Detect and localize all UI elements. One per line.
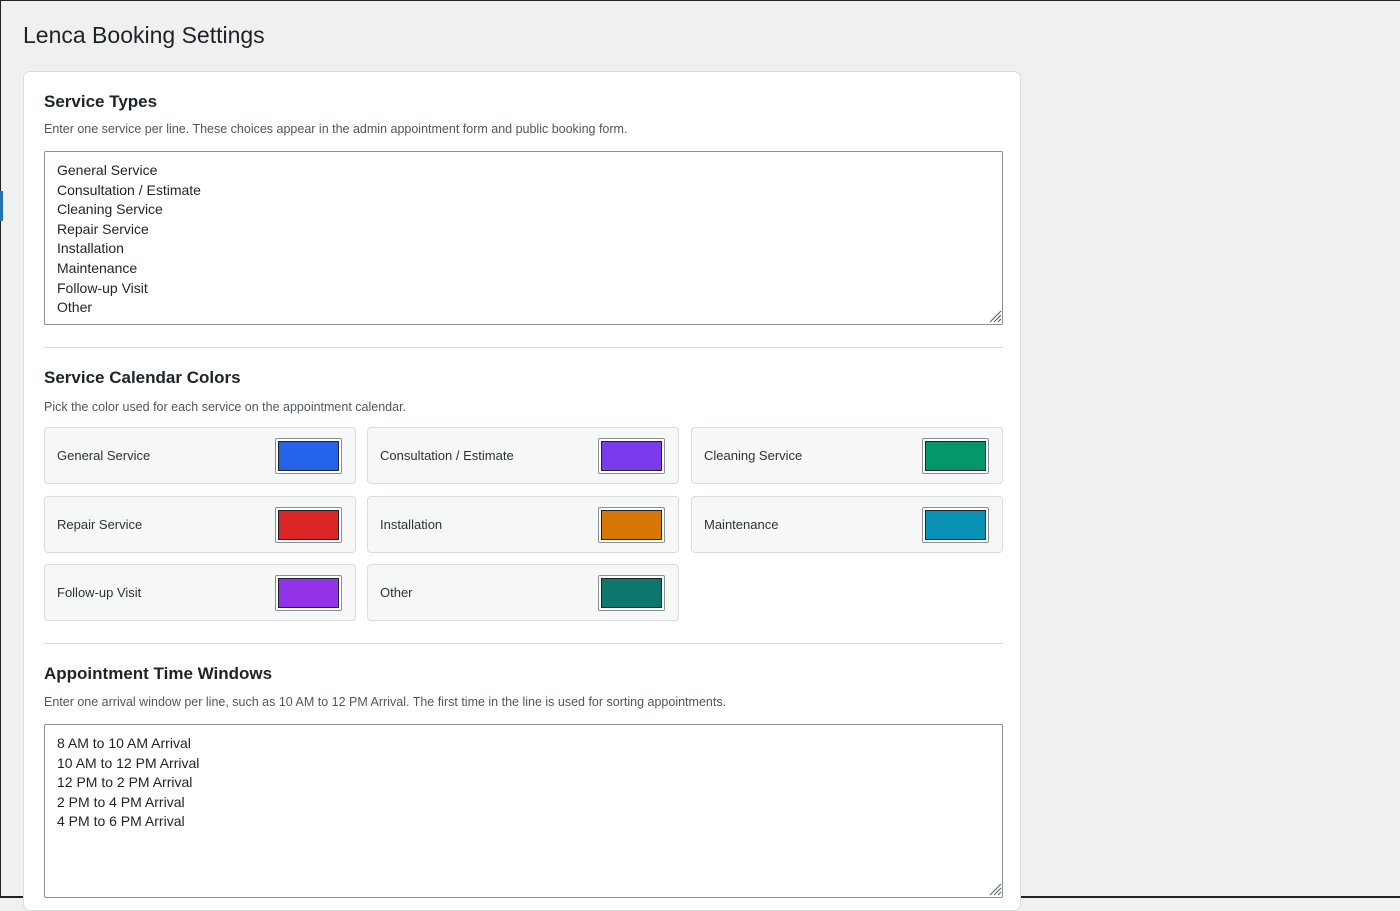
swatch-fill: [278, 441, 339, 471]
color-picker-other[interactable]: [598, 575, 665, 611]
time-windows-description: Enter one arrival window per line, such …: [44, 695, 727, 709]
color-picker-installation[interactable]: [598, 507, 665, 543]
color-tile-general-service: General Service: [44, 427, 356, 484]
color-picker-cleaning-service[interactable]: [922, 438, 989, 474]
color-tile-label: Other: [380, 585, 413, 600]
swatch-fill: [601, 441, 662, 471]
color-tile-label: Maintenance: [704, 517, 779, 532]
page-title: Lenca Booking Settings: [23, 22, 265, 48]
resize-grip-icon[interactable]: [988, 882, 1002, 896]
swatch-fill: [601, 578, 662, 608]
color-picker-maintenance[interactable]: [922, 507, 989, 543]
time-windows-textarea[interactable]: 8 AM to 10 AM Arrival 10 AM to 12 PM Arr…: [44, 724, 1003, 898]
color-picker-consultation-estimate[interactable]: [598, 438, 665, 474]
admin-menu-accent: [0, 191, 3, 221]
time-windows-title: Appointment Time Windows: [44, 664, 273, 683]
service-colors-title: Service Calendar Colors: [44, 368, 241, 387]
service-types-textarea[interactable]: General Service Consultation / Estimate …: [44, 151, 1003, 325]
swatch-fill: [925, 441, 986, 471]
color-tile-cleaning-service: Cleaning Service: [691, 427, 1003, 484]
color-picker-repair-service[interactable]: [275, 507, 342, 543]
section-divider: [44, 643, 1003, 644]
color-tile-label: Cleaning Service: [704, 448, 803, 463]
color-tile-installation: Installation: [367, 496, 679, 553]
color-tile-label: Follow-up Visit: [57, 585, 142, 600]
service-types-description: Enter one service per line. These choice…: [44, 122, 628, 136]
swatch-fill: [925, 510, 986, 540]
color-picker-general-service[interactable]: [275, 438, 342, 474]
color-tile-label: Consultation / Estimate: [380, 448, 514, 463]
settings-card: Service Types Enter one service per line…: [23, 71, 1021, 911]
swatch-fill: [278, 578, 339, 608]
color-tile-other: Other: [367, 564, 679, 621]
color-tile-repair-service: Repair Service: [44, 496, 356, 553]
color-tile-label: Installation: [380, 517, 443, 532]
service-types-title: Service Types: [44, 92, 158, 111]
color-tile-label: General Service: [57, 448, 151, 463]
color-tile-follow-up-visit: Follow-up Visit: [44, 564, 356, 621]
service-colors-description: Pick the color used for each service on …: [44, 400, 407, 414]
section-divider: [44, 347, 1003, 348]
swatch-fill: [278, 510, 339, 540]
resize-grip-icon[interactable]: [988, 309, 1002, 323]
color-tile-consultation-estimate: Consultation / Estimate: [367, 427, 679, 484]
color-tile-label: Repair Service: [57, 517, 143, 532]
swatch-fill: [601, 510, 662, 540]
color-picker-follow-up-visit[interactable]: [275, 575, 342, 611]
color-tile-maintenance: Maintenance: [691, 496, 1003, 553]
